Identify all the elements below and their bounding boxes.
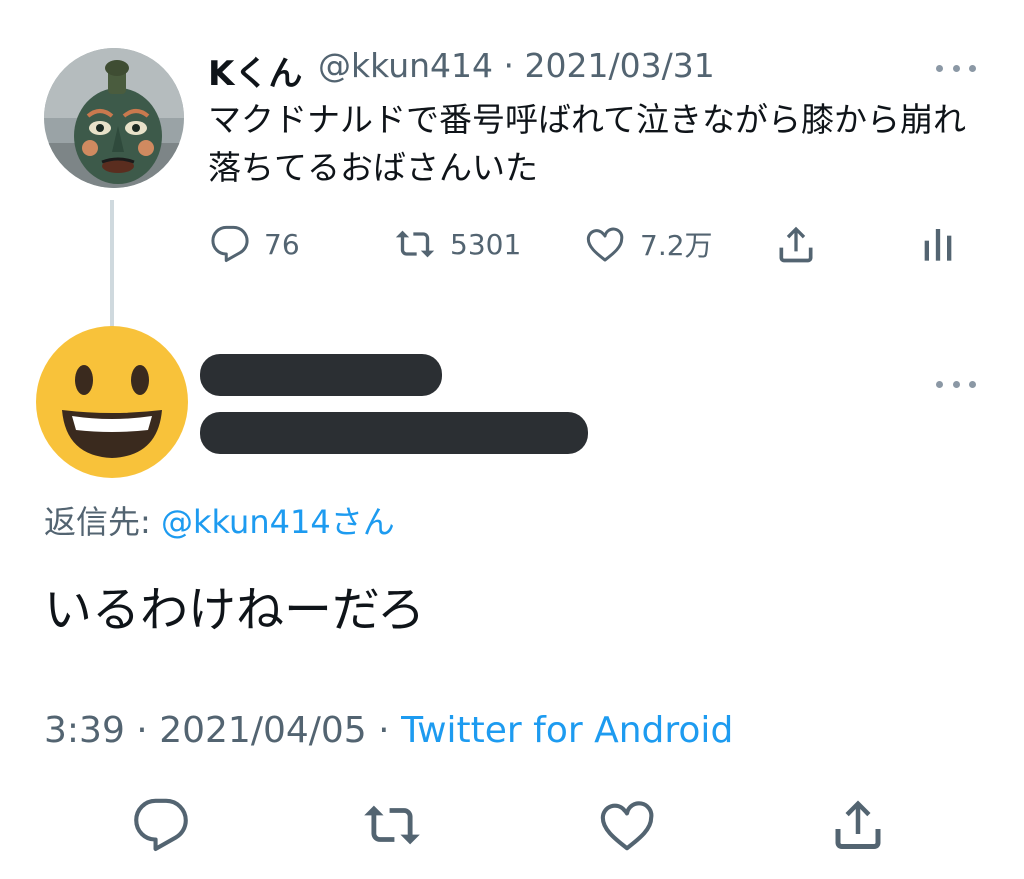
reply-button[interactable]: 76 <box>210 224 300 264</box>
author-avatar[interactable] <box>44 48 184 188</box>
retweet-count: 5301 <box>450 227 522 261</box>
tweet-date[interactable]: 2021/03/31 <box>525 46 715 85</box>
author-handle-and-date: @kkun414 · 2021/03/31 <box>318 46 715 85</box>
retweet-icon <box>364 805 420 845</box>
redacted-handle <box>200 412 588 454</box>
retweet-button[interactable]: 5301 <box>394 224 521 264</box>
separator-dot: · <box>136 710 148 751</box>
reply-icon <box>211 225 249 262</box>
analytics-button[interactable] <box>920 224 956 264</box>
redacted-display-name <box>200 354 442 396</box>
tweet-date[interactable]: 2021/04/05 <box>159 710 367 751</box>
reply-icon <box>134 798 188 851</box>
replying-to-label: 返信先: <box>44 503 161 541</box>
replying-to-mention-link[interactable]: @kkun414さん <box>161 503 395 541</box>
heart-icon <box>586 227 624 262</box>
like-button[interactable]: 7.2万 <box>584 224 713 264</box>
separator-dot: · <box>503 46 515 85</box>
retweet-icon <box>395 230 435 258</box>
separator-dot: · <box>378 710 390 751</box>
tweet-time[interactable]: 3:39 <box>44 710 125 751</box>
share-icon <box>779 226 813 263</box>
more-icon[interactable] <box>936 374 976 394</box>
tweet-source-link[interactable]: Twitter for Android <box>401 710 733 751</box>
heart-icon <box>600 801 654 851</box>
statue-mask-avatar-image <box>44 48 184 188</box>
tweet-metadata: 3:39 · 2021/04/05 · Twitter for Android <box>44 710 733 751</box>
share-button[interactable] <box>774 222 818 266</box>
share-icon <box>835 800 881 849</box>
more-icon[interactable] <box>936 58 976 78</box>
like-button[interactable] <box>598 796 658 856</box>
reply-tweet-text: いるわけねーだろ <box>44 582 426 638</box>
author-name[interactable]: Kくん <box>208 46 302 95</box>
reply-button[interactable] <box>132 796 192 856</box>
replying-to: 返信先: @kkun414さん <box>44 497 395 543</box>
analytics-icon <box>924 229 952 261</box>
share-button[interactable] <box>828 794 888 854</box>
like-count: 7.2万 <box>640 229 713 262</box>
grinning-face-icon <box>36 326 188 478</box>
retweet-button[interactable] <box>362 796 422 856</box>
author-handle[interactable]: @kkun414 <box>318 46 493 85</box>
thread-connector-line <box>110 200 114 330</box>
tweet-text: マクドナルドで番号呼ばれて泣きながら膝から崩れ落ちてるおばさんいた <box>208 100 967 187</box>
reply-count: 76 <box>264 227 300 261</box>
replier-avatar[interactable] <box>36 326 188 478</box>
